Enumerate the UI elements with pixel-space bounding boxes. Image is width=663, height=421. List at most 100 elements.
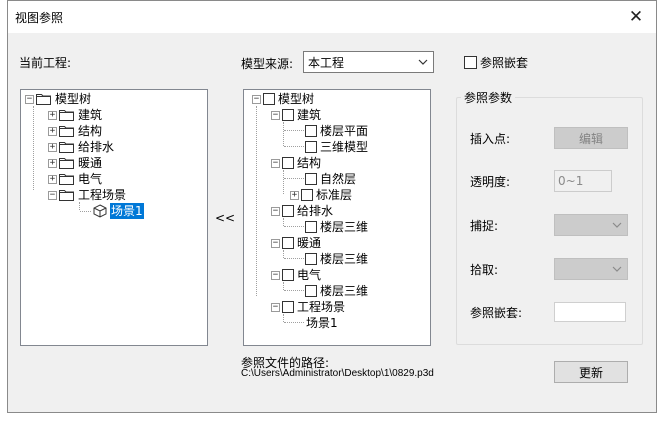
tree-node-label: 标准层 [316, 188, 353, 202]
tree-node-label: 暖通 [78, 156, 103, 170]
tree-checkbox[interactable] [282, 301, 294, 313]
tree-checkbox[interactable] [305, 253, 317, 265]
tree-node-structure[interactable]: − 结构 [271, 155, 322, 171]
tree-node-plumbing-floor-3d[interactable]: 楼层三维 [305, 219, 369, 235]
model-source-tree[interactable]: − 模型树 − 建筑 楼层平面 三维模型 − 结构 自然层 + 标准层 − 给排… [243, 89, 431, 346]
tree-connector [284, 146, 304, 147]
tree-connector [284, 290, 304, 291]
tree-node-architecture[interactable]: + 建筑 [48, 107, 103, 123]
folder-icon [59, 142, 74, 153]
tree-node-scene-1[interactable]: 场景1 [305, 315, 339, 331]
tree-node-hvac[interactable]: − 暖通 [271, 235, 322, 251]
expand-icon[interactable]: + [48, 174, 57, 184]
tree-node-natural-floor[interactable]: 自然层 [305, 171, 357, 187]
insert-point-label: 插入点: [470, 132, 511, 146]
tree-node-plumbing[interactable]: − 给排水 [271, 203, 334, 219]
tree-node-label: 建筑 [297, 108, 322, 122]
tree-node-label: 结构 [78, 124, 103, 138]
tree-checkbox[interactable] [305, 141, 317, 153]
expand-icon[interactable]: + [48, 158, 57, 168]
collapse-icon[interactable]: − [25, 94, 34, 104]
tree-checkbox[interactable] [263, 93, 275, 105]
tree-connector [284, 226, 304, 227]
transparency-label: 透明度: [470, 175, 511, 189]
tree-node-electrical[interactable]: + 电气 [48, 171, 103, 187]
snap-label: 捕捉: [470, 219, 499, 233]
tree-checkbox[interactable] [282, 269, 294, 281]
reference-nesting-checkbox[interactable]: 参照嵌套 [464, 54, 528, 71]
chevron-down-icon [612, 222, 622, 228]
tree-node-floor-plan[interactable]: 楼层平面 [305, 123, 369, 139]
tree-node-root[interactable]: − 模型树 [25, 91, 92, 107]
checkbox-box[interactable] [464, 56, 477, 69]
collapse-icon[interactable]: − [271, 158, 280, 168]
model-source-select[interactable]: 本工程 [303, 51, 434, 73]
tree-node-label: 模型树 [278, 92, 315, 106]
close-button[interactable]: ✕ [616, 1, 656, 33]
close-icon: ✕ [628, 7, 644, 27]
tree-node-standard-floor[interactable]: + 标准层 [290, 187, 353, 203]
tree-connector [284, 178, 304, 179]
transparency-input[interactable]: 0~1 [554, 170, 612, 192]
pick-select[interactable] [554, 258, 628, 280]
edit-insert-point-button[interactable]: 编辑 [554, 127, 628, 149]
collapse-icon[interactable]: − [271, 206, 280, 216]
tree-connector [283, 170, 284, 194]
tree-node-hvac[interactable]: + 暖通 [48, 155, 103, 171]
tree-node-root[interactable]: − 模型树 [252, 91, 315, 107]
nest-input[interactable] [554, 302, 626, 322]
tree-connector [283, 314, 284, 322]
tree-node-label: 模型树 [55, 92, 92, 106]
tree-checkbox[interactable] [305, 173, 317, 185]
folder-icon [59, 110, 74, 121]
tree-node-label: 工程场景 [78, 188, 127, 202]
tree-checkbox[interactable] [282, 237, 294, 249]
tree-node-3d-model[interactable]: 三维模型 [305, 139, 369, 155]
collapse-icon[interactable]: − [271, 302, 280, 312]
chevron-down-icon [612, 266, 622, 272]
tree-node-architecture[interactable]: − 建筑 [271, 107, 322, 123]
model-source-label: 模型来源: [241, 57, 294, 71]
folder-icon [59, 174, 74, 185]
tree-node-label: 电气 [297, 268, 322, 282]
tree-checkbox[interactable] [282, 109, 294, 121]
folder-icon [59, 190, 74, 201]
reference-path-value: C:\Users\Administrator\Desktop\1\0829.p3… [241, 368, 434, 379]
update-button[interactable]: 更新 [554, 361, 628, 383]
tree-node-electrical[interactable]: − 电气 [271, 267, 322, 283]
tree-node-electrical-floor-3d[interactable]: 楼层三维 [305, 283, 369, 299]
collapse-icon[interactable]: − [271, 238, 280, 248]
tree-connector [284, 258, 304, 259]
tree-checkbox[interactable] [305, 285, 317, 297]
tree-node-scene-1[interactable]: 场景1 [93, 203, 144, 219]
expand-icon[interactable]: + [290, 190, 299, 200]
reference-view-dialog: 视图参照 ✕ 当前工程: − 模型树 + 建筑 + 结构 + 给排水 + 暖通 … [7, 0, 657, 413]
expand-icon[interactable]: + [48, 126, 57, 136]
tree-node-project-scene[interactable]: − 工程场景 [271, 299, 346, 315]
tree-node-label: 楼层三维 [320, 252, 369, 266]
collapse-icon[interactable]: − [271, 270, 280, 280]
add-reference-button[interactable]: << [215, 211, 235, 225]
collapse-icon[interactable]: − [252, 94, 261, 104]
tree-connector [80, 211, 91, 212]
tree-connector [284, 130, 304, 131]
tree-checkbox[interactable] [305, 221, 317, 233]
tree-node-label: 给排水 [297, 204, 334, 218]
tree-connector [284, 322, 304, 323]
snap-select[interactable] [554, 214, 628, 236]
collapse-icon[interactable]: − [48, 190, 57, 200]
tree-node-plumbing[interactable]: + 给排水 [48, 139, 115, 155]
expand-icon[interactable]: + [48, 110, 57, 120]
current-project-tree[interactable]: − 模型树 + 建筑 + 结构 + 给排水 + 暖通 + 电气 − 工程场景 场… [20, 89, 208, 346]
tree-checkbox[interactable] [305, 125, 317, 137]
collapse-icon[interactable]: − [271, 110, 280, 120]
tree-node-structure[interactable]: + 结构 [48, 123, 103, 139]
reference-nesting-label: 参照嵌套 [480, 56, 529, 70]
tree-checkbox[interactable] [282, 157, 294, 169]
tree-checkbox[interactable] [301, 189, 313, 201]
tree-node-hvac-floor-3d[interactable]: 楼层三维 [305, 251, 369, 267]
expand-icon[interactable]: + [48, 142, 57, 152]
tree-node-project-scene[interactable]: − 工程场景 [48, 187, 127, 203]
tree-checkbox[interactable] [282, 205, 294, 217]
folder-icon [59, 158, 74, 169]
